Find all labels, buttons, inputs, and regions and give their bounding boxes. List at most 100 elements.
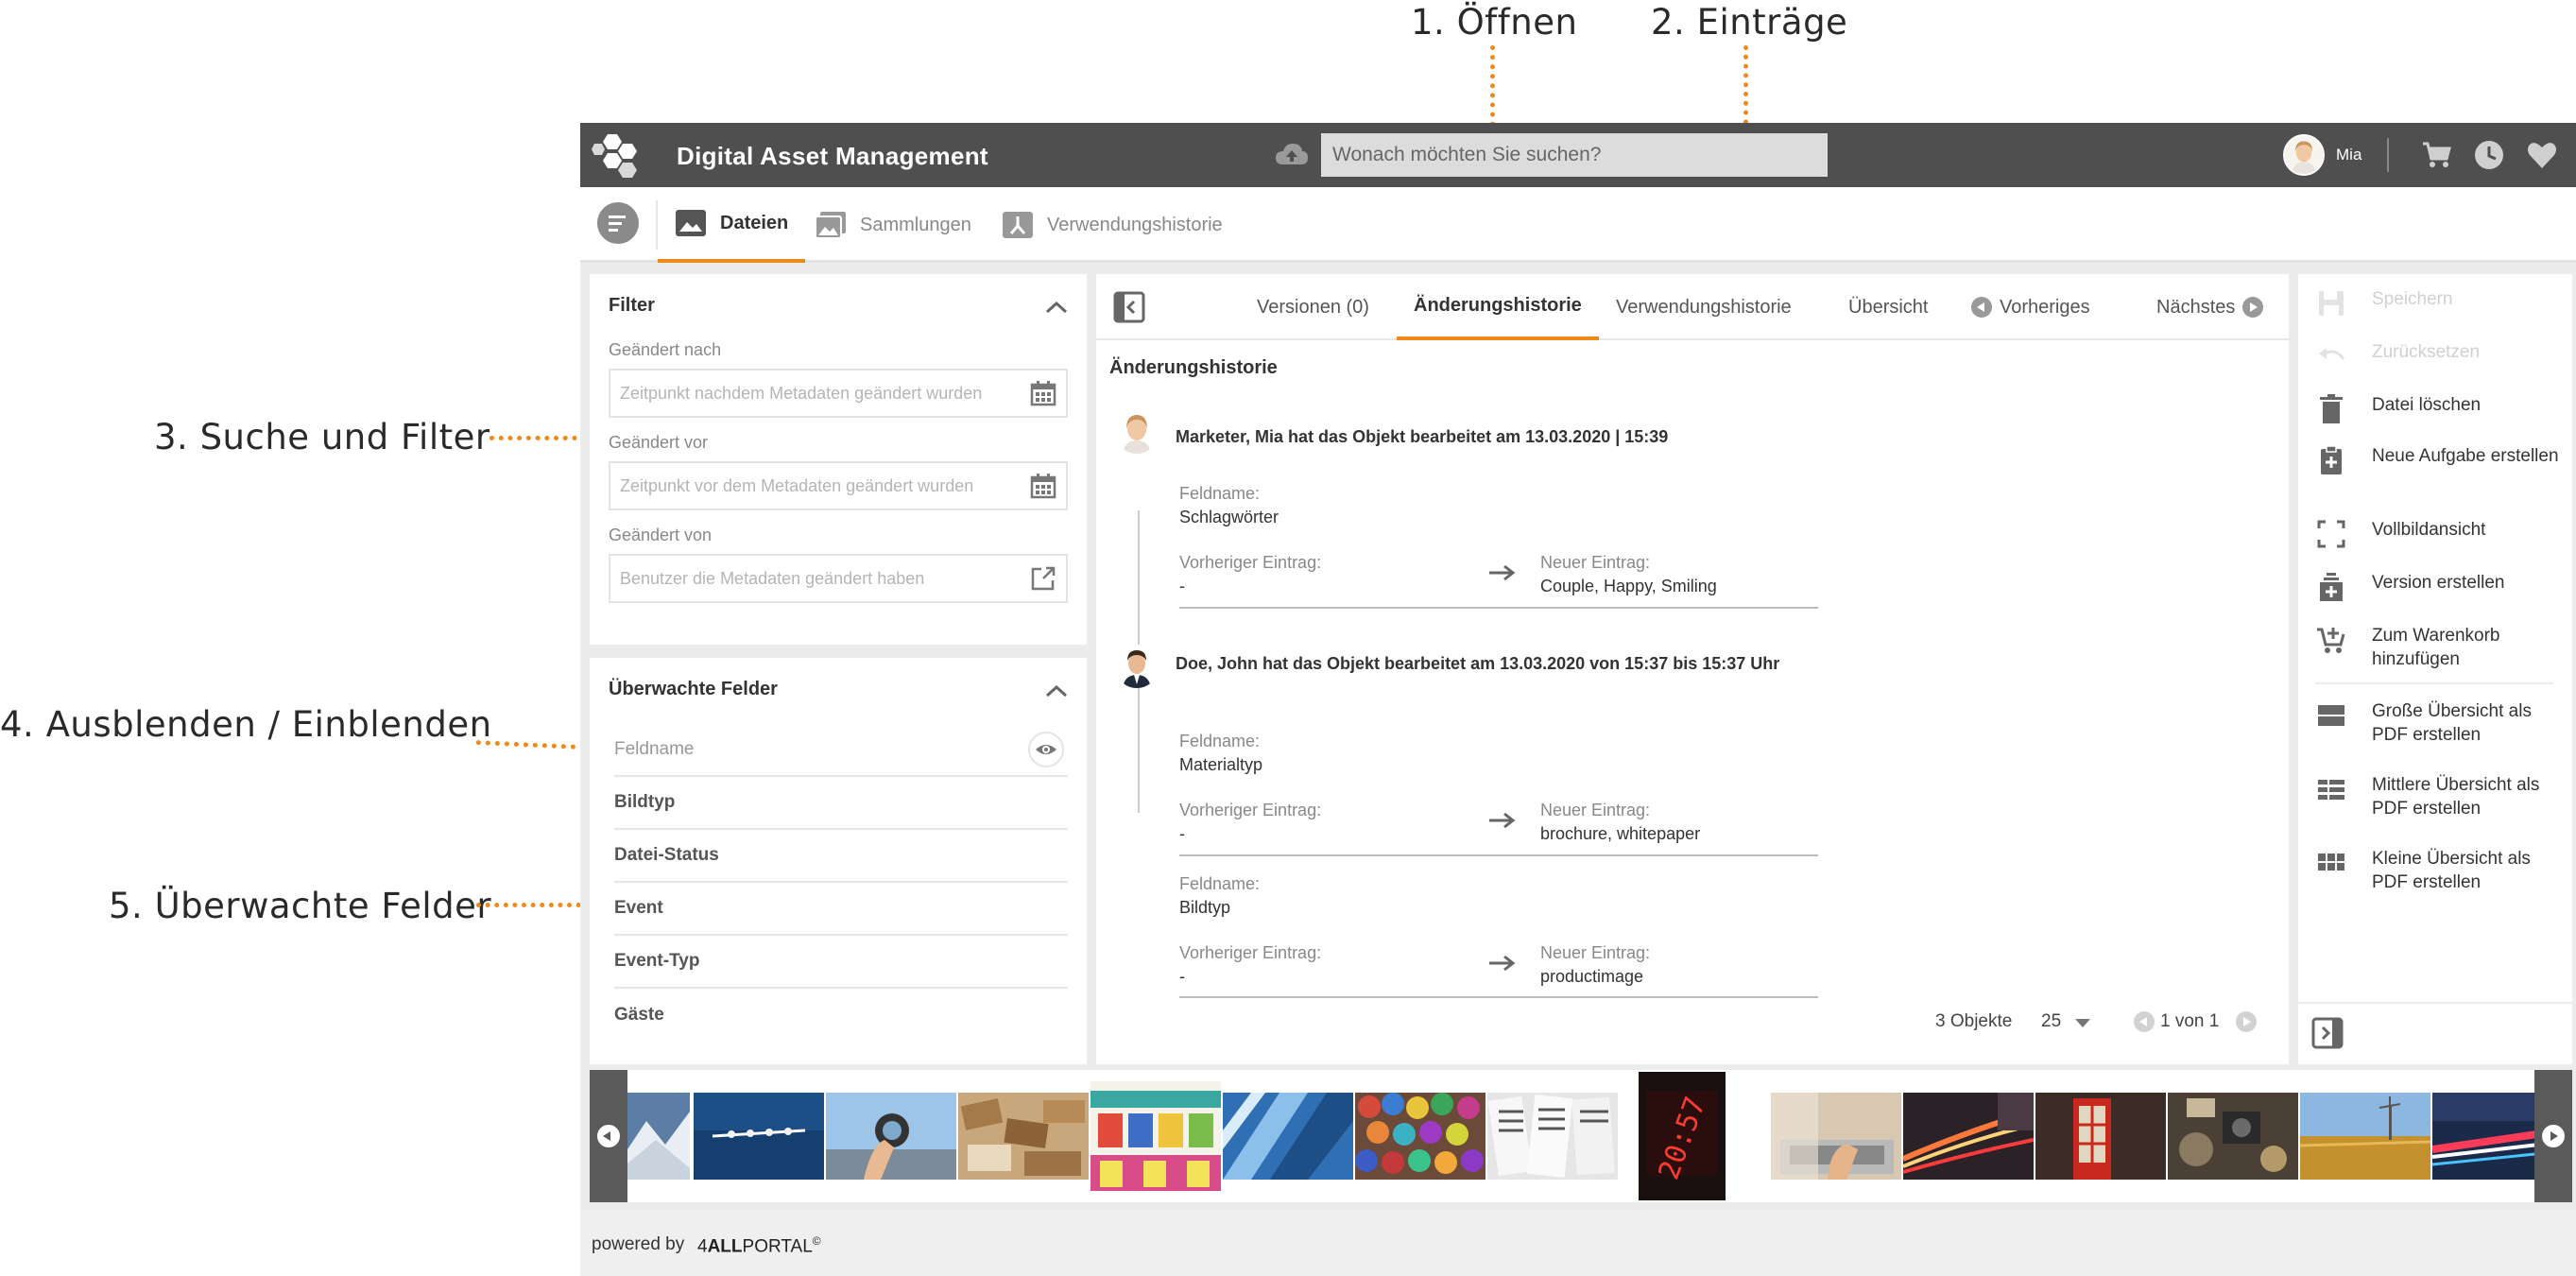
- add-to-cart-label: Zum Warenkorb hinzufügen: [2372, 626, 2500, 669]
- search-input[interactable]: [1321, 133, 1828, 177]
- thumbnail[interactable]: 20:57: [1639, 1072, 1726, 1200]
- image-icon: [676, 210, 706, 236]
- watched-fields-title: Überwachte Felder: [609, 679, 778, 699]
- thumbnail[interactable]: [1355, 1093, 1485, 1180]
- changed-before-input[interactable]: [609, 461, 1068, 510]
- previous-button[interactable]: Vorheriges: [1971, 274, 2090, 340]
- panel-divider: [590, 645, 1087, 658]
- thumbnail[interactable]: [1223, 1093, 1353, 1180]
- changed-before-label: Geändert vor: [609, 433, 709, 452]
- new-entry-value: Couple, Happy, Smiling: [1540, 577, 1717, 595]
- tab-usage-history[interactable]: Verwendungshistorie: [1616, 274, 1792, 340]
- new-task-label: Neue Aufgabe erstellen: [2372, 446, 2559, 466]
- page-size-select[interactable]: 25: [2041, 1011, 2061, 1032]
- arrow-right-icon: [1489, 564, 1516, 581]
- save-icon: [2319, 291, 2344, 316]
- filter-title: Filter: [609, 295, 655, 316]
- thumbnail[interactable]: [627, 1093, 690, 1180]
- tab-dateien[interactable]: Dateien: [658, 187, 806, 263]
- thumbnail[interactable]: [694, 1093, 824, 1180]
- cart-add-icon: [2317, 628, 2345, 653]
- logo-icon[interactable]: [592, 130, 641, 180]
- medium-pdf-button[interactable]: Mittlere Übersicht als PDF erstellen: [2298, 773, 2572, 820]
- reset-button[interactable]: Zurücksetzen: [2298, 340, 2572, 372]
- detail-panel: Versionen (0) Änderungshistorie Verwendu…: [1096, 274, 2289, 1064]
- chevron-up-icon[interactable]: [1045, 684, 1068, 698]
- main-nav: Dateien Sammlungen Verwendungshistorie: [580, 187, 2576, 263]
- save-label: Speichern: [2372, 289, 2453, 309]
- entry-divider: [1179, 607, 1818, 609]
- collapse-right-panel-icon[interactable]: [2311, 1017, 2344, 1049]
- page-indicator: 1 von 1: [2160, 1011, 2220, 1031]
- annotation-hide-show: 4. Ausblenden / Einblenden: [0, 704, 492, 745]
- user-avatar[interactable]: [2283, 134, 2325, 176]
- small-pdf-label: Kleine Übersicht als PDF erstellen: [2372, 849, 2531, 892]
- field-name-placeholder: Feldname: [614, 739, 695, 759]
- large-pdf-button[interactable]: Große Übersicht als PDF erstellen: [2298, 699, 2572, 747]
- page-prev-button[interactable]: [2134, 1011, 2155, 1032]
- changed-after-label: Geändert nach: [609, 340, 722, 359]
- cart-icon[interactable]: [2419, 138, 2453, 172]
- thumbnail[interactable]: [2300, 1093, 2430, 1180]
- cloud-upload-icon[interactable]: [1274, 140, 1310, 170]
- chevron-up-icon[interactable]: [1045, 301, 1068, 314]
- field-name-value: Bildtyp: [1179, 898, 1231, 917]
- clock-icon[interactable]: [2472, 138, 2506, 172]
- add-to-cart-button[interactable]: Zum Warenkorb hinzufügen: [2298, 624, 2572, 671]
- thumbnail[interactable]: [1091, 1081, 1221, 1191]
- tab-change-history[interactable]: Änderungshistorie: [1397, 274, 1599, 340]
- thumbnail[interactable]: [826, 1093, 956, 1180]
- external-link-icon[interactable]: [1030, 565, 1056, 592]
- field-name-value: Schlagwörter: [1179, 508, 1279, 526]
- thumbnail[interactable]: [958, 1093, 1089, 1180]
- tab-sammlungen-label: Sammlungen: [860, 214, 971, 235]
- changed-by-input[interactable]: [609, 554, 1068, 603]
- heart-icon[interactable]: [2525, 138, 2559, 172]
- watched-field-item[interactable]: Datei-Status: [614, 830, 1068, 883]
- filmstrip-next-button[interactable]: [2534, 1070, 2572, 1202]
- watched-field-item[interactable]: Bildtyp: [614, 777, 1068, 830]
- pdf-large-icon: [2318, 705, 2344, 726]
- watched-field-item[interactable]: Gäste: [614, 989, 1068, 1042]
- new-entry-label: Neuer Eintrag:: [1540, 801, 1651, 819]
- actions-panel: Speichern Zurücksetzen Datei löschen Neu…: [2298, 274, 2572, 1064]
- new-entry-label: Neuer Eintrag:: [1540, 943, 1651, 962]
- tab-verwendungshistorie[interactable]: Verwendungshistorie: [1002, 187, 1223, 263]
- small-pdf-button[interactable]: Kleine Übersicht als PDF erstellen: [2298, 847, 2572, 894]
- chevron-down-icon[interactable]: [2075, 1019, 2090, 1027]
- filmstrip-prev-button[interactable]: [590, 1070, 627, 1202]
- actions-divider: [2315, 682, 2553, 684]
- calendar-icon[interactable]: [1030, 380, 1056, 406]
- create-version-button[interactable]: Version erstellen: [2298, 571, 2572, 603]
- tab-sammlungen[interactable]: Sammlungen: [815, 187, 971, 263]
- watched-field-item[interactable]: Event: [614, 883, 1068, 936]
- delete-file-button[interactable]: Datei löschen: [2298, 393, 2572, 425]
- thumbnail[interactable]: [1771, 1093, 1901, 1180]
- thumbnail[interactable]: [2035, 1093, 2166, 1180]
- pdf-medium-icon: [2318, 780, 2344, 800]
- menu-button[interactable]: [597, 202, 639, 244]
- next-button[interactable]: Nächstes: [2156, 274, 2264, 340]
- thumbnail[interactable]: [1487, 1093, 1618, 1180]
- tab-versions[interactable]: Versionen (0): [1257, 274, 1369, 340]
- new-task-button[interactable]: Neue Aufgabe erstellen: [2298, 444, 2572, 476]
- collapse-left-panel-icon[interactable]: [1113, 291, 1145, 323]
- collection-icon: [815, 212, 846, 239]
- changed-after-input[interactable]: [609, 369, 1068, 418]
- chevron-left-icon: [597, 1125, 620, 1147]
- field-name-filter[interactable]: Feldname: [614, 724, 1068, 777]
- history-entry-header: Marketer, Mia hat das Objekt bearbeitet …: [1176, 427, 1669, 446]
- thumbnail[interactable]: [1903, 1093, 2034, 1180]
- thumbnail[interactable]: [2168, 1093, 2298, 1180]
- history-entry-header: Doe, John hat das Objekt bearbeitet am 1…: [1176, 654, 1780, 673]
- user-name[interactable]: Mia: [2336, 146, 2361, 164]
- calendar-icon[interactable]: [1030, 473, 1056, 499]
- brand-logo[interactable]: 4ALLPORTAL©: [697, 1234, 821, 1257]
- fullscreen-button[interactable]: Vollbildansicht: [2298, 518, 2572, 550]
- save-button[interactable]: Speichern: [2298, 287, 2572, 319]
- watched-field-item[interactable]: Event-Typ: [614, 936, 1068, 989]
- brand-prefix: 4: [697, 1236, 708, 1257]
- toggle-visibility-button[interactable]: [1028, 732, 1064, 767]
- page-next-button[interactable]: [2236, 1011, 2257, 1032]
- tab-overview[interactable]: Übersicht: [1848, 274, 1928, 340]
